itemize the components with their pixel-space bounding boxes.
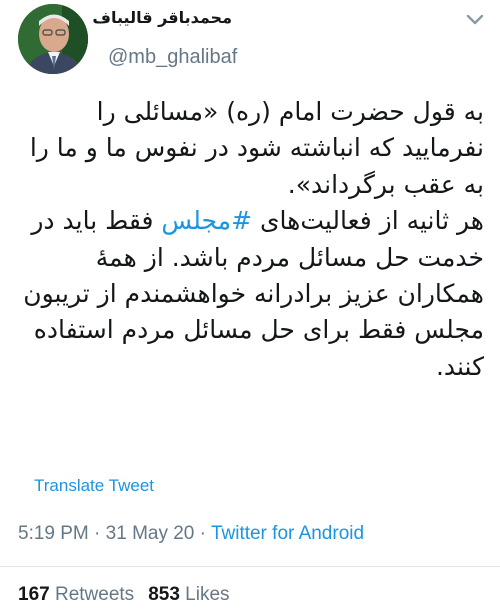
tweet-text: به قول حضرت امام (ره) «مسائلی را نفرمایی… <box>16 94 484 385</box>
profile-photo-image <box>18 4 88 74</box>
tweet-paragraph: به قول حضرت امام (ره) «مسائلی را نفرمایی… <box>29 97 484 199</box>
retweets-stat[interactable]: 167 Retweets <box>18 584 134 605</box>
hashtag-link[interactable]: #مجلس <box>161 206 252 235</box>
meta-separator: · <box>199 523 206 544</box>
avatar[interactable] <box>18 4 88 74</box>
tweet-date[interactable]: 31 May 20 <box>106 523 195 544</box>
author-handle[interactable]: @mb_ghalibaf <box>108 46 237 69</box>
tweet-time[interactable]: 5:19 PM <box>18 523 89 544</box>
retweets-count: 167 <box>18 584 50 605</box>
divider <box>0 566 500 567</box>
likes-stat[interactable]: 853 Likes <box>148 584 229 605</box>
tweet-text-segment: هر ثانیه از فعالیت‌های <box>252 206 484 236</box>
author-display-name[interactable]: محمدباقر قالیباف <box>92 8 232 27</box>
meta-separator: · <box>94 523 101 544</box>
tweet-card: محمدباقر قالیباف @mb_ghalibaf به قول حضر… <box>0 0 500 611</box>
tweet-meta: 5:19 PM · 31 May 20 · Twitter for Androi… <box>18 523 364 545</box>
likes-count: 853 <box>148 584 180 605</box>
retweets-label: Retweets <box>54 584 135 605</box>
tweet-paragraph: هر ثانیه از فعالیت‌های #مجلس فقط باید در… <box>16 203 484 385</box>
likes-label: Likes <box>185 584 230 605</box>
translate-tweet-link[interactable]: Translate Tweet <box>34 476 154 496</box>
chevron-down-icon[interactable] <box>463 12 487 28</box>
engagement-stats: 167 Retweets 853 Likes <box>18 584 230 606</box>
tweet-source-link[interactable]: Twitter for Android <box>211 523 364 544</box>
